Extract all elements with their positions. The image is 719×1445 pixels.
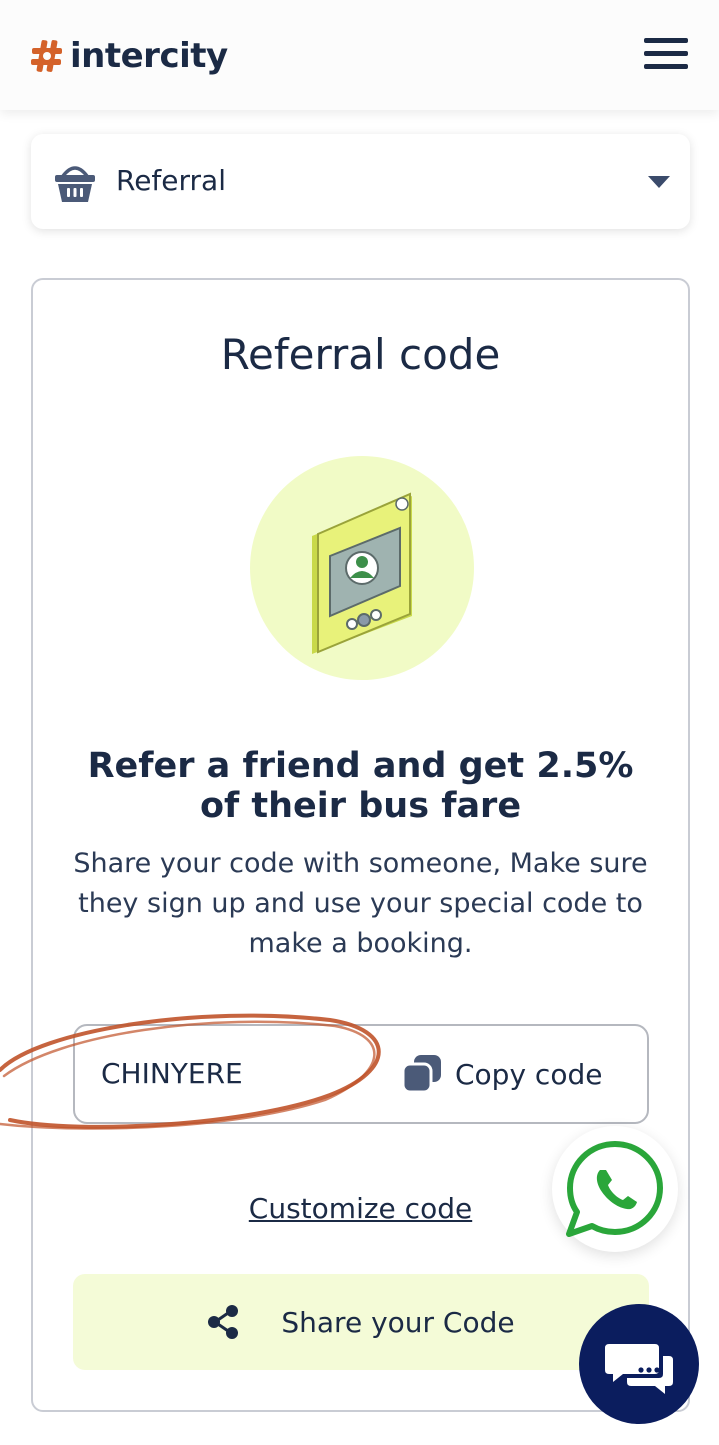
menu-button[interactable] bbox=[644, 38, 688, 70]
section-select-value: Referral bbox=[116, 164, 226, 197]
chat-icon bbox=[605, 1344, 673, 1394]
referral-code-value[interactable]: CHINYERE bbox=[101, 1057, 243, 1090]
chevron-down-icon bbox=[648, 176, 670, 188]
share-code-button[interactable]: Share your Code bbox=[73, 1274, 649, 1370]
share-code-label: Share your Code bbox=[281, 1305, 515, 1339]
brand-logo[interactable]: intercity bbox=[30, 36, 228, 76]
section-select[interactable]: Referral bbox=[31, 134, 690, 229]
whatsapp-button[interactable] bbox=[552, 1126, 678, 1252]
whatsapp-icon bbox=[566, 1141, 663, 1237]
referral-headline: Refer a friend and get 2.5% of their bus… bbox=[87, 746, 634, 826]
intercity-logo-icon bbox=[31, 40, 62, 72]
referral-illustration bbox=[250, 456, 474, 680]
referral-code-box: CHINYERE Copy code bbox=[73, 1024, 649, 1124]
page-title: Referral code bbox=[220, 330, 501, 379]
copy-icon bbox=[401, 1055, 441, 1094]
copy-code-button[interactable]: Copy code bbox=[401, 1050, 602, 1098]
chat-button[interactable] bbox=[579, 1304, 699, 1424]
referral-description: Share your code with someone, Make sure … bbox=[73, 848, 648, 959]
share-icon bbox=[208, 1305, 239, 1339]
basket-icon bbox=[55, 166, 95, 202]
hamburger-menu-icon bbox=[644, 38, 688, 43]
top-header: intercity bbox=[0, 0, 719, 110]
copy-code-label: Copy code bbox=[455, 1057, 603, 1091]
brand-name: intercity bbox=[70, 36, 228, 76]
